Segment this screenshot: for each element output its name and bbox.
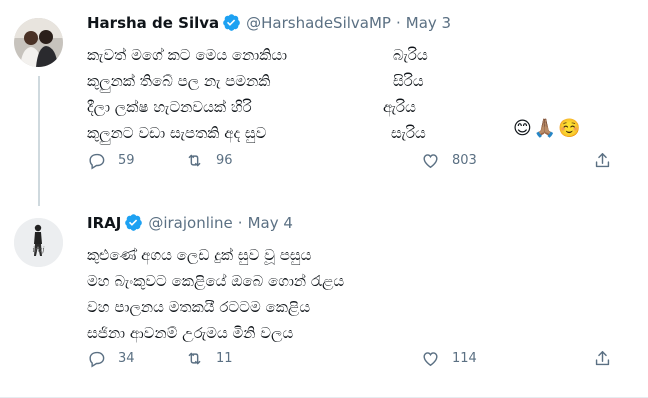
display-name[interactable]: IRAJ (87, 214, 121, 232)
timestamp[interactable]: May 4 (248, 214, 293, 232)
like-icon (423, 351, 438, 366)
text-line: සජිනා ආවනම් උරුමය මිනි වලය (87, 320, 344, 346)
avatar[interactable] (14, 18, 63, 67)
reply-icon (89, 351, 105, 367)
handle[interactable]: @irajonline (148, 214, 232, 232)
like-count: 803 (452, 152, 477, 168)
verified-badge-icon (124, 213, 143, 232)
line-part: දීලා ලක්ෂ හැටනවයක් හිරි (87, 98, 252, 116)
smiling-face-emoji: 😊 (513, 118, 532, 139)
like-button[interactable]: 803 (421, 151, 477, 170)
tweet-header: Harsha de Silva @HarshadeSilvaMP · May 3 (87, 13, 451, 32)
tweet-text: කැවත් මගේ කට මෙය නොකියා බැරිය කුලුනක් තිබ… (87, 42, 428, 146)
line-rhyme: සැරිය (391, 124, 426, 142)
retweet-count: 11 (216, 350, 233, 366)
retweet-button[interactable]: 96 (185, 151, 233, 170)
line-rhyme: සිරිය (393, 72, 424, 90)
retweet-icon (188, 154, 201, 166)
avatar[interactable]: iraj (14, 218, 63, 267)
text-line: දීලා ලක්ෂ හැටනවයක් හිරි ඇරිය (87, 94, 428, 120)
share-icon (595, 350, 610, 365)
reply-count: 34 (118, 350, 135, 366)
retweet-icon (188, 352, 201, 364)
tweet-header: IRAJ @irajonline · May 4 (87, 213, 293, 232)
handle[interactable]: @HarshadeSilvaMP (246, 14, 391, 32)
text-line: කුලුනට වඩා සැපතකි අද සුව සැරිය (87, 120, 428, 146)
text-line: කැවත් මගේ කට මෙය නොකියා බැරිය (87, 42, 428, 68)
line-part: කුළුණේ අගය ලෙඩ දුක් සුව වූ පසුය (87, 246, 312, 264)
line-part: කුලුනට වඩා සැපතකි අද සුව (87, 124, 267, 142)
line-rhyme: ඇරිය (383, 98, 416, 116)
reply-button[interactable]: 34 (87, 349, 135, 368)
separator-dot: · (395, 13, 401, 32)
share-button[interactable] (593, 151, 612, 170)
line-part: සජිනා ආවනම් උරුමය මිනි වලය (87, 324, 294, 342)
like-count: 114 (452, 350, 477, 366)
reply-count: 59 (118, 152, 135, 168)
reply-icon (89, 153, 105, 169)
retweet-button[interactable]: 11 (185, 349, 233, 368)
tweet-harsha[interactable]: Harsha de Silva @HarshadeSilvaMP · May 3… (0, 0, 648, 200)
line-part: කුලුනක් තිබේ පල නැ පමනකි (87, 72, 271, 90)
share-icon (595, 152, 610, 167)
verified-badge-icon (222, 13, 241, 32)
line-part: වහ පාලනය මතකයී රටටම කෙළිය (87, 298, 311, 316)
line-part: කැවත් මගේ කට මෙය නොකියා (87, 46, 288, 64)
like-button[interactable]: 114 (421, 349, 477, 368)
reply-button[interactable]: 59 (87, 151, 135, 170)
separator-dot: · (237, 213, 243, 232)
retweet-count: 96 (216, 152, 233, 168)
text-line: මහ බැංකුවට කෙළියේ ඔබෙ ගොන් රැළය (87, 268, 344, 294)
text-line: කුලුනක් තිබේ පල නැ පමනකි සිරිය (87, 68, 428, 94)
folded-hands-emoji: 🙏🏽 (533, 118, 557, 139)
share-button[interactable] (593, 349, 612, 368)
like-icon (423, 153, 438, 168)
line-rhyme: බැරිය (393, 46, 428, 64)
tweet-text: කුළුණේ අගය ලෙඩ දුක් සුව වූ පසුය මහ බැංකු… (87, 242, 344, 346)
emoji-group: 😊 🙏🏽 ☺️ (513, 118, 581, 139)
text-line: කුළුණේ අගය ලෙඩ දුක් සුව වූ පසුය (87, 242, 344, 268)
tweet-iraj[interactable]: iraj IRAJ @irajonline · May 4 කුළුණේ අගය… (0, 200, 648, 398)
display-name[interactable]: Harsha de Silva (87, 14, 219, 32)
avatar-text: iraj (33, 246, 46, 254)
timestamp[interactable]: May 3 (406, 14, 451, 32)
smiling-blush-emoji: ☺️ (558, 118, 581, 139)
line-part: මහ බැංකුවට කෙළියේ ඔබෙ ගොන් රැළය (87, 272, 345, 290)
text-line: වහ පාලනය මතකයී රටටම කෙළිය (87, 294, 344, 320)
